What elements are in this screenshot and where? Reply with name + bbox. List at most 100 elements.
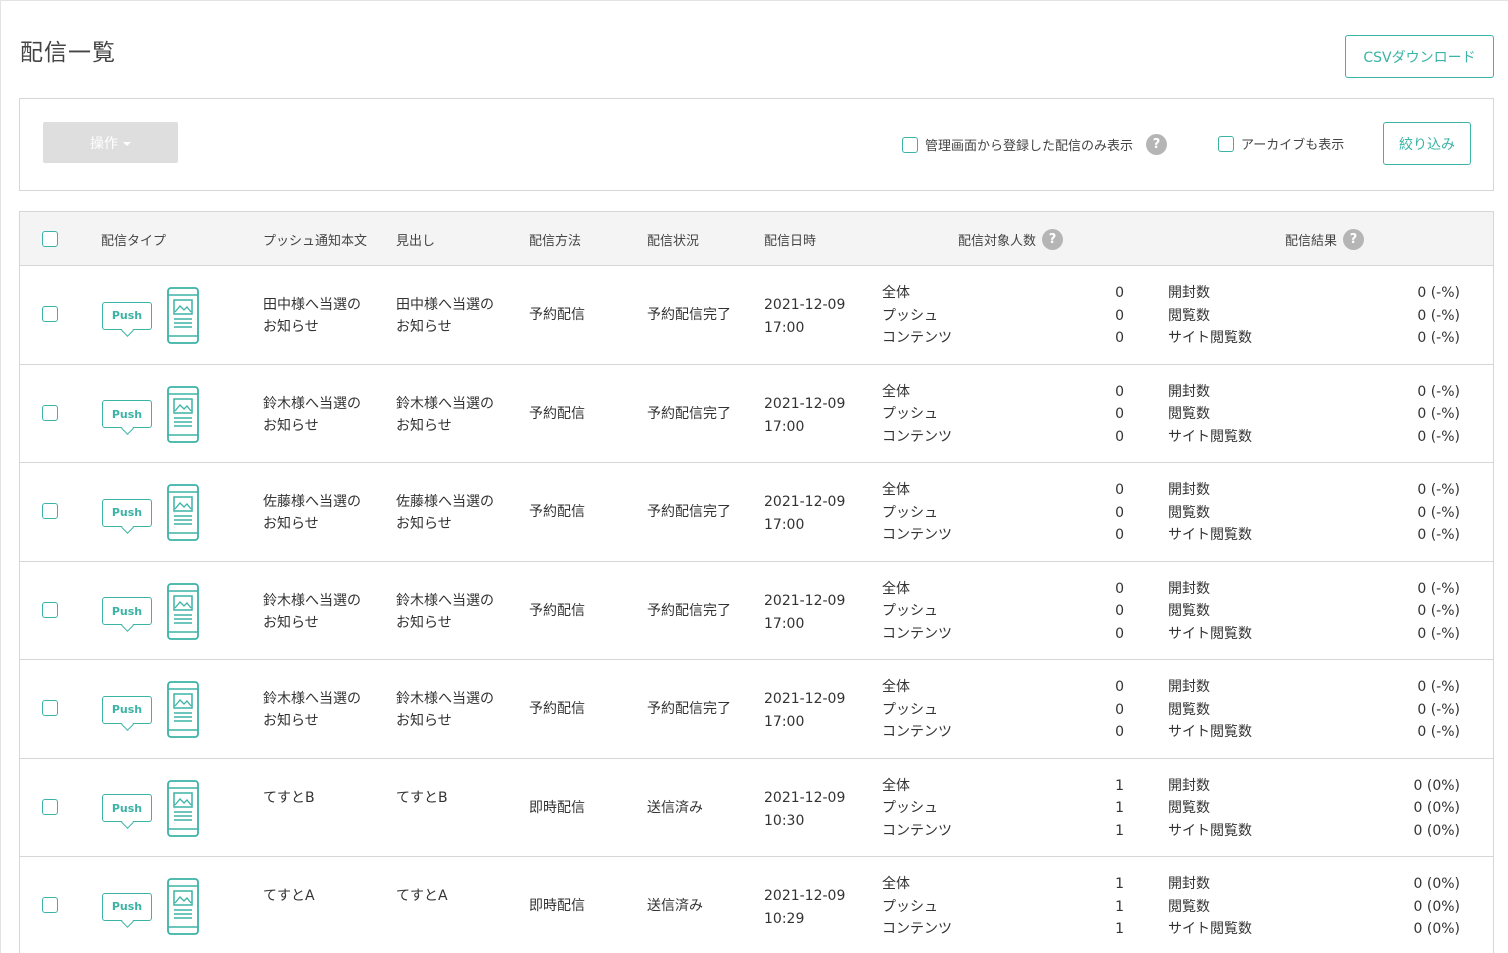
delivery-method: 即時配信 — [529, 898, 585, 914]
headline-cell: 佐藤様へ当選の お知らせ — [396, 491, 494, 535]
delivery-type-cell: Push — [102, 287, 199, 344]
result-label-viewed: 閲覧数 — [1168, 603, 1210, 619]
push-body-line1: 鈴木様へ当選の — [263, 691, 361, 707]
result-labels: 開封数 閲覧数 サイト閲覧数 — [1168, 578, 1252, 646]
select-all-checkbox[interactable] — [42, 231, 58, 247]
target-value-push: 0 — [1115, 603, 1124, 619]
target-label-push: プッシュ — [882, 307, 938, 324]
headline-cell: 鈴木様へ当選の お知らせ — [396, 688, 494, 732]
result-label-viewed: 閲覧数 — [1168, 800, 1210, 816]
smartphone-content-icon — [167, 779, 199, 837]
help-icon[interactable]: ? — [1042, 228, 1064, 250]
target-labels: 全体 プッシュ コンテンツ — [882, 381, 952, 449]
row-select-cell — [42, 897, 58, 917]
header-body: プッシュ通知本文 — [263, 233, 368, 249]
delivery-datetime: 2021-12-09 17:00 — [764, 688, 845, 734]
result-value-opened: 0 (-%) — [1417, 679, 1460, 695]
delivery-datetime: 2021-12-09 17:00 — [764, 294, 845, 340]
target-label-content: コンテンツ — [882, 428, 952, 445]
header-type: 配信タイプ — [101, 233, 167, 249]
csv-download-button[interactable]: CSVダウンロード — [1345, 35, 1494, 78]
help-icon[interactable]: ? — [1343, 228, 1365, 250]
help-icon[interactable]: ? — [1146, 134, 1168, 155]
delivery-datetime: 2021-12-09 10:29 — [764, 885, 845, 931]
delivery-type-cell: Push — [102, 582, 199, 640]
target-label-push: プッシュ — [882, 800, 938, 816]
result-value-viewed: 0 (0%) — [1413, 800, 1461, 816]
narrow-down-button[interactable]: 絞り込み — [1383, 122, 1471, 165]
row-checkbox[interactable] — [42, 897, 58, 913]
headline-line2: お知らせ — [396, 713, 452, 729]
table-row[interactable]: Push 鈴木様へ当選の お知らせ 鈴木様へ当選の お知らせ 予約配信 予約配信… — [20, 562, 1493, 660]
target-value-push: 0 — [1115, 701, 1124, 718]
target-value-push: 0 — [1115, 406, 1124, 422]
filter-panel: 操作 管理画面から登録した配信のみ表示 ? アーカイブも表示 絞り込み — [19, 98, 1494, 191]
smartphone-content-icon — [167, 385, 199, 443]
row-select-cell — [42, 601, 58, 622]
result-value-opened: 0 (-%) — [1417, 580, 1460, 597]
target-value-content: 0 — [1115, 527, 1124, 543]
delivery-datetime: 2021-12-09 17:00 — [764, 491, 845, 537]
archive-checkbox[interactable] — [1218, 135, 1234, 152]
result-label-site-viewed: サイト閲覧数 — [1168, 527, 1252, 543]
row-select-cell — [42, 404, 58, 425]
row-checkbox[interactable] — [42, 700, 58, 716]
row-checkbox[interactable] — [42, 601, 58, 618]
headline-line2: お知らせ — [396, 319, 452, 335]
push-body-line2: お知らせ — [263, 417, 319, 434]
push-body-cell: 佐藤様へ当選の お知らせ — [263, 491, 361, 535]
result-value-viewed: 0 (-%) — [1417, 307, 1460, 324]
result-label-site-viewed: サイト閲覧数 — [1168, 625, 1252, 642]
header-datetime: 配信日時 — [764, 233, 817, 249]
target-label-content: コンテンツ — [882, 330, 952, 346]
target-value-content: 0 — [1115, 330, 1124, 346]
push-body-cell: 鈴木様へ当選の お知らせ — [263, 688, 361, 732]
table-row[interactable]: Push 鈴木様へ当選の お知らせ 鈴木様へ当選の お知らせ 予約配信 予約配信… — [20, 660, 1493, 759]
operation-dropdown-button[interactable]: 操作 — [43, 122, 178, 163]
row-select-cell — [42, 798, 58, 819]
headline-cell: てすとA — [396, 885, 448, 907]
target-label-push: プッシュ — [882, 603, 938, 619]
result-value-site-viewed: 0 (-%) — [1417, 625, 1460, 642]
result-values: 0 (-%) 0 (-%) 0 (-%) — [1360, 676, 1460, 744]
admin-only-checkbox[interactable] — [902, 136, 918, 153]
table-row[interactable]: Push てすとB てすとB 即時配信 送信済み 2021-12-09 10:3… — [20, 759, 1493, 857]
table-row[interactable]: Push 鈴木様へ当選の お知らせ 鈴木様へ当選の お知らせ 予約配信 予約配信… — [20, 365, 1493, 463]
target-label-all: 全体 — [882, 580, 910, 597]
admin-only-filter[interactable]: 管理画面から登録した配信のみ表示 ? — [902, 134, 1168, 155]
result-value-viewed: 0 (-%) — [1417, 504, 1460, 521]
archive-filter[interactable]: アーカイブも表示 — [1218, 134, 1344, 153]
row-checkbox[interactable] — [42, 306, 58, 322]
target-labels: 全体 プッシュ コンテンツ — [882, 676, 952, 744]
result-value-viewed: 0 (-%) — [1417, 406, 1460, 422]
result-value-opened: 0 (-%) — [1417, 482, 1460, 498]
table-row[interactable]: Push 佐藤様へ当選の お知らせ 佐藤様へ当選の お知らせ 予約配信 予約配信… — [20, 463, 1493, 562]
row-checkbox[interactable] — [42, 798, 58, 815]
result-value-viewed: 0 (0%) — [1413, 898, 1461, 915]
delivery-method: 即時配信 — [529, 799, 585, 816]
row-checkbox[interactable] — [42, 503, 58, 519]
delivery-method: 予約配信 — [529, 701, 585, 717]
row-checkbox[interactable] — [42, 404, 58, 421]
delivery-datetime: 2021-12-09 10:30 — [764, 787, 845, 833]
result-value-site-viewed: 0 (0%) — [1413, 822, 1461, 839]
caret-down-icon — [123, 141, 131, 146]
target-values: 1 1 1 — [1110, 873, 1124, 941]
table-row[interactable]: Push 田中様へ当選の お知らせ 田中様へ当選の お知らせ 予約配信 予約配信… — [20, 266, 1493, 365]
result-label-opened: 開封数 — [1168, 285, 1210, 301]
delivery-status: 予約配信完了 — [647, 307, 731, 323]
result-label-viewed: 閲覧数 — [1168, 504, 1210, 521]
result-values: 0 (0%) 0 (0%) 0 (0%) — [1360, 775, 1461, 843]
target-label-all: 全体 — [882, 777, 910, 794]
table-row[interactable]: Push てすとA てすとA 即時配信 送信済み 2021-12-09 10:2… — [20, 857, 1493, 953]
target-value-all: 0 — [1115, 383, 1124, 400]
result-values: 0 (-%) 0 (-%) 0 (-%) — [1360, 578, 1460, 646]
delivery-date: 2021-12-09 — [764, 592, 846, 609]
delivery-status: 送信済み — [647, 799, 703, 816]
result-labels: 開封数 閲覧数 サイト閲覧数 — [1168, 873, 1252, 941]
delivery-type-cell: Push — [102, 878, 199, 935]
result-value-site-viewed: 0 (0%) — [1413, 921, 1461, 937]
push-body-line2: お知らせ — [263, 319, 319, 335]
result-label-site-viewed: サイト閲覧数 — [1168, 921, 1252, 937]
smartphone-content-icon — [167, 582, 199, 640]
